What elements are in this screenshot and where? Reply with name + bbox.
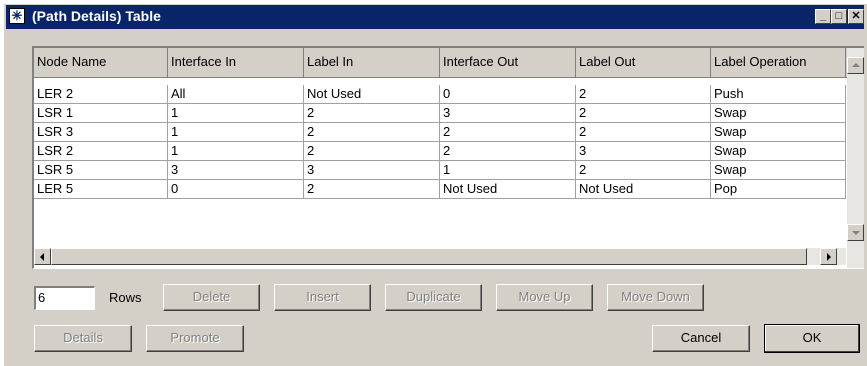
horizontal-scroll-thumb[interactable] — [51, 248, 807, 265]
table-cell[interactable]: 3 — [576, 142, 711, 160]
table-cell[interactable]: Swap — [711, 161, 846, 179]
table-cell[interactable]: 0 — [440, 85, 576, 103]
table-cell[interactable]: 2 — [304, 123, 440, 141]
table-cell[interactable]: LER 5 — [34, 180, 168, 198]
column-header-label-out[interactable]: Label Out — [576, 48, 711, 77]
table-row[interactable]: LSR 2 1 2 2 3 Swap — [34, 142, 846, 161]
duplicate-button[interactable]: Duplicate — [385, 284, 482, 311]
window-title: (Path Details) Table — [32, 8, 161, 24]
vertical-scrollbar[interactable] — [847, 48, 864, 268]
path-details-table: Node Name Interface In Label In Interfac… — [32, 46, 864, 269]
table-cell[interactable]: LSR 3 — [34, 123, 168, 141]
table-cell[interactable]: LSR 2 — [34, 142, 168, 160]
table-cell[interactable]: Pop — [711, 180, 846, 198]
column-header-interface-out[interactable]: Interface Out — [440, 48, 576, 77]
scroll-left-icon — [40, 253, 44, 261]
move-down-button[interactable]: Move Down — [607, 284, 704, 311]
scroll-down-icon — [852, 231, 860, 235]
table-cell[interactable]: 1 — [168, 142, 304, 160]
table-body: LER 2 All Not Used 0 2 Push LSR 1 1 2 3 … — [34, 85, 846, 199]
scroll-left-button[interactable] — [34, 248, 51, 265]
table-row[interactable]: LSR 3 1 2 2 2 Swap — [34, 123, 846, 142]
table-cell[interactable]: 3 — [168, 161, 304, 179]
table-cell[interactable]: Swap — [711, 142, 846, 160]
table-cell[interactable]: LSR 1 — [34, 104, 168, 122]
scroll-up-icon — [852, 63, 860, 67]
details-button[interactable]: Details — [34, 325, 132, 352]
table-cell[interactable]: Swap — [711, 123, 846, 141]
table-cell[interactable]: Swap — [711, 104, 846, 122]
table-cell[interactable]: 2 — [440, 123, 576, 141]
cancel-button[interactable]: Cancel — [652, 325, 750, 352]
close-icon: ✕ — [851, 10, 861, 22]
table-cell[interactable]: 2 — [576, 123, 711, 141]
asterisk-icon[interactable]: ✳ — [9, 8, 25, 24]
table-cell[interactable]: 3 — [304, 161, 440, 179]
column-header-label-operation[interactable]: Label Operation — [711, 48, 846, 77]
table-row[interactable]: LER 2 All Not Used 0 2 Push — [34, 85, 846, 104]
table-cell[interactable]: 2 — [440, 142, 576, 160]
close-button[interactable]: ✕ — [848, 9, 864, 24]
scroll-right-button[interactable] — [820, 248, 837, 265]
table-cell[interactable]: 0 — [168, 180, 304, 198]
table-cell[interactable]: Not Used — [576, 180, 711, 198]
table-row[interactable]: LSR 5 3 3 1 2 Swap — [34, 161, 846, 180]
column-header-node-name[interactable]: Node Name — [34, 48, 168, 77]
promote-button[interactable]: Promote — [146, 325, 244, 352]
table-cell[interactable]: 2 — [304, 142, 440, 160]
column-header-interface-in[interactable]: Interface In — [168, 48, 304, 77]
ok-button[interactable]: OK — [764, 324, 860, 353]
table-cell[interactable]: 2 — [576, 161, 711, 179]
rows-label: Rows — [109, 290, 142, 305]
maximize-button[interactable]: □ — [831, 9, 847, 24]
minimize-button[interactable]: _ — [815, 9, 831, 24]
scroll-right-icon — [827, 253, 831, 261]
delete-button[interactable]: Delete — [163, 284, 260, 311]
table-cell[interactable]: All — [168, 85, 304, 103]
table-cell[interactable]: 3 — [440, 104, 576, 122]
rows-count-input[interactable]: 6 — [34, 286, 95, 310]
table-cell[interactable]: 2 — [304, 180, 440, 198]
maximize-icon: □ — [835, 10, 843, 22]
table-row[interactable]: LSR 1 1 2 3 2 Swap — [34, 104, 846, 123]
table-cell[interactable]: LSR 5 — [34, 161, 168, 179]
table-cell[interactable]: 1 — [168, 123, 304, 141]
table-cell[interactable]: Not Used — [440, 180, 576, 198]
table-header: Node Name Interface In Label In Interfac… — [34, 48, 864, 78]
table-cell[interactable]: LER 2 — [34, 85, 168, 103]
scroll-down-button[interactable] — [847, 224, 864, 241]
horizontal-scrollbar[interactable] — [34, 248, 846, 265]
title-bar[interactable]: ✳ (Path Details) Table _ □ ✕ — [6, 5, 864, 29]
column-header-label-in[interactable]: Label In — [304, 48, 440, 77]
table-cell[interactable]: 1 — [440, 161, 576, 179]
table-cell[interactable]: 2 — [576, 104, 711, 122]
scroll-up-button[interactable] — [847, 57, 864, 74]
table-row[interactable]: LER 5 0 2 Not Used Not Used Pop — [34, 180, 846, 199]
minimize-icon: _ — [819, 10, 827, 22]
table-cell[interactable]: 2 — [304, 104, 440, 122]
table-cell[interactable]: Not Used — [304, 85, 440, 103]
table-cell[interactable]: Push — [711, 85, 846, 103]
insert-button[interactable]: Insert — [274, 284, 371, 311]
move-up-button[interactable]: Move Up — [496, 284, 593, 311]
table-cell[interactable]: 1 — [168, 104, 304, 122]
table-cell[interactable]: 2 — [576, 85, 711, 103]
